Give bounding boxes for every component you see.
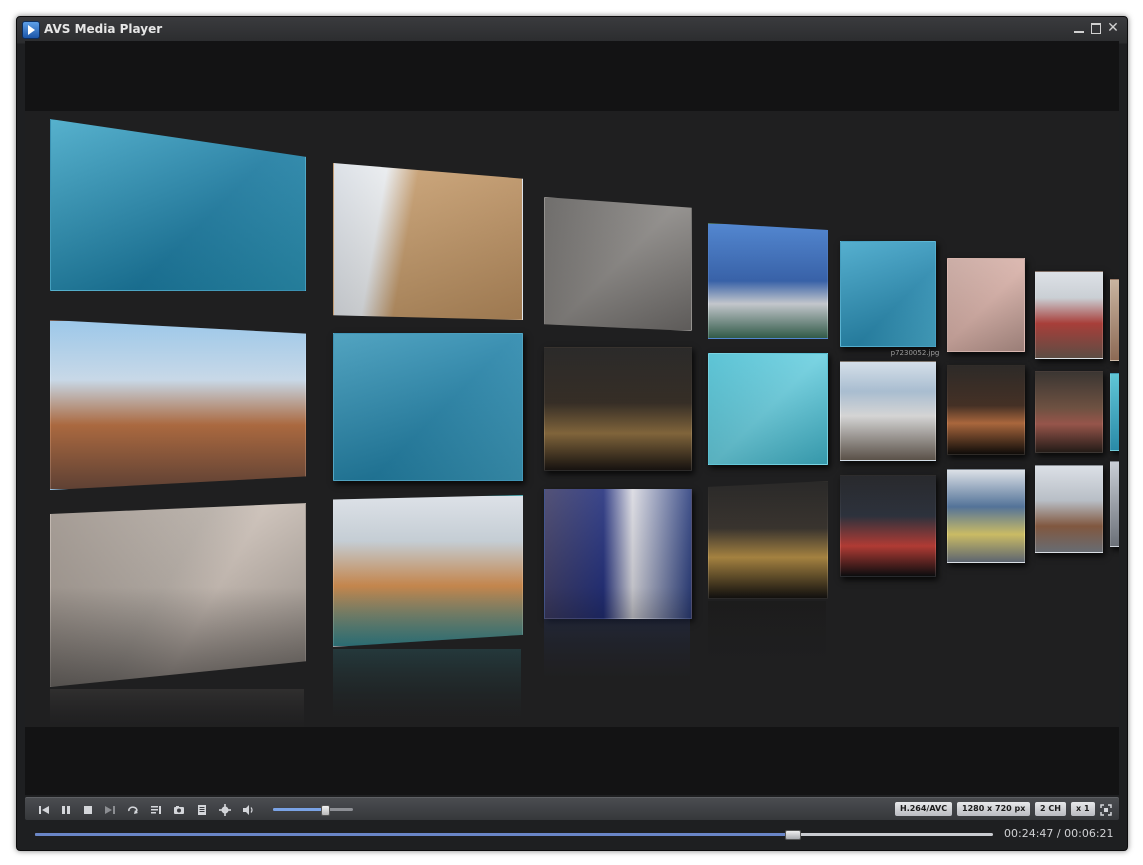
time-separator: / [1056, 827, 1061, 840]
video-screen[interactable]: p7230052.jpg [25, 41, 1119, 795]
app-window: AVS Media Player ✕ p7230052.jpg H.264/AV… [16, 16, 1128, 851]
photo-thumbnail[interactable] [50, 119, 306, 291]
photo-thumbnail[interactable] [1035, 371, 1103, 453]
pause-icon[interactable] [59, 802, 73, 816]
photo-wall: p7230052.jpg [25, 111, 1119, 727]
photo-thumbnail[interactable] [1110, 373, 1119, 451]
photo-reflection [333, 649, 521, 719]
photo-thumbnail[interactable] [50, 320, 306, 490]
repeat-icon[interactable] [126, 802, 140, 816]
maximize-icon[interactable] [1089, 21, 1103, 35]
photo-reflection [50, 689, 304, 727]
photo-thumbnail[interactable] [544, 347, 692, 471]
control-bar: H.264/AVC 1280 x 720 px 2 CH x 1 [25, 797, 1119, 820]
photo-thumbnail[interactable] [1035, 465, 1103, 553]
next-icon[interactable] [103, 802, 117, 816]
photo-thumbnail[interactable] [333, 163, 523, 320]
photo-thumbnail[interactable] [840, 475, 936, 577]
window-title: AVS Media Player [44, 22, 163, 36]
photo-reflection [708, 601, 826, 661]
fullscreen-icon[interactable] [1099, 802, 1113, 816]
snapshot-icon[interactable] [172, 802, 186, 816]
seek-handle[interactable] [784, 830, 801, 840]
playlist-icon[interactable] [149, 802, 163, 816]
volume-fill [273, 808, 325, 811]
close-icon[interactable]: ✕ [1106, 21, 1120, 35]
current-time: 00:24:47 [1004, 827, 1054, 840]
title-bar[interactable]: AVS Media Player ✕ [17, 17, 1127, 43]
photo-thumbnail[interactable] [1110, 461, 1119, 547]
photo-thumbnail[interactable] [708, 223, 828, 339]
resolution-badge: 1280 x 720 px [957, 802, 1031, 816]
channels-badge: 2 CH [1035, 802, 1066, 816]
photo-thumbnail[interactable] [544, 197, 692, 331]
photo-thumbnail[interactable] [1035, 271, 1103, 359]
minimize-icon[interactable] [1072, 21, 1086, 35]
play-logo-icon [22, 21, 40, 39]
photo-thumbnail[interactable] [708, 481, 828, 599]
settings-icon[interactable] [218, 802, 232, 816]
document-icon[interactable] [195, 802, 209, 816]
volume-icon[interactable] [241, 802, 255, 816]
photo-thumbnail[interactable] [840, 241, 936, 347]
previous-icon[interactable] [37, 802, 51, 816]
photo-thumbnail[interactable] [708, 353, 828, 465]
photo-thumbnail[interactable] [333, 333, 523, 481]
photo-thumbnail[interactable] [333, 495, 523, 647]
stop-icon[interactable] [81, 802, 95, 816]
photo-thumbnail[interactable] [50, 503, 306, 687]
time-display: 00:24:47 / 00:06:21 [1004, 827, 1114, 840]
volume-slider[interactable] [273, 805, 353, 816]
photo-thumbnail[interactable] [544, 489, 692, 619]
speed-badge[interactable]: x 1 [1071, 802, 1095, 816]
photo-thumbnail[interactable] [947, 469, 1025, 563]
photo-thumbnail[interactable] [947, 258, 1025, 352]
photo-reflection [544, 619, 690, 679]
seek-bar[interactable] [35, 830, 993, 840]
total-time: 00:06:21 [1064, 827, 1114, 840]
photo-thumbnail[interactable] [1110, 279, 1119, 361]
seek-progress [35, 833, 792, 836]
volume-knob[interactable] [321, 805, 330, 816]
photo-thumbnail[interactable] [840, 361, 936, 461]
photo-thumbnail[interactable] [947, 365, 1025, 455]
codec-badge: H.264/AVC [895, 802, 953, 816]
